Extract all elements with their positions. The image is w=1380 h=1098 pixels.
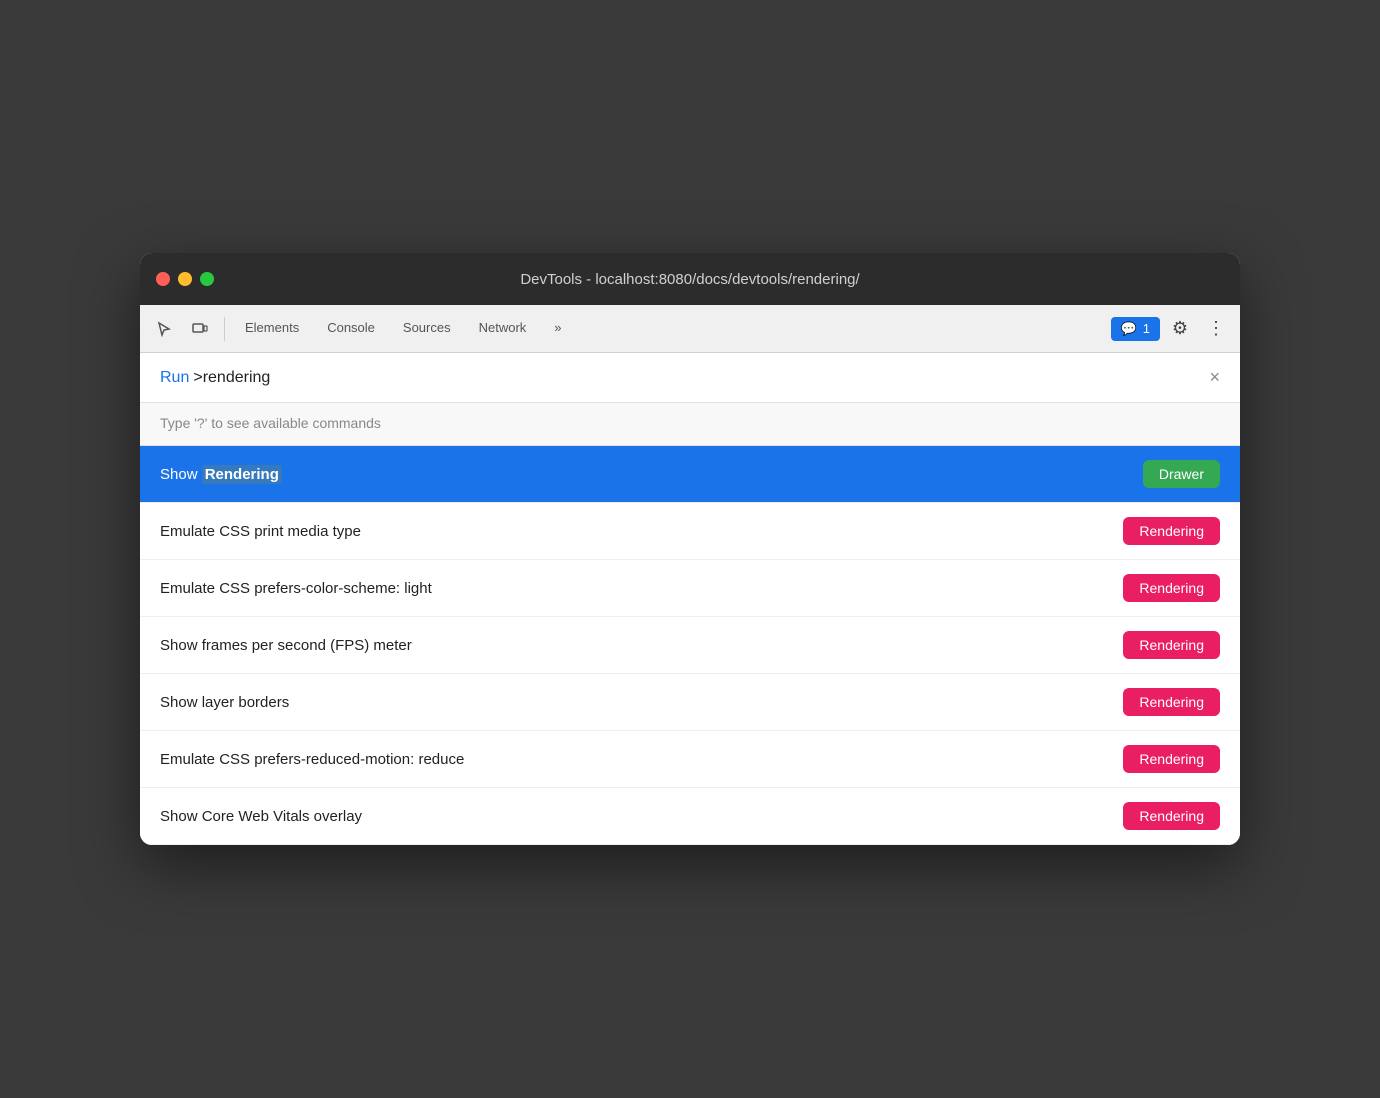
devtools-window: DevTools - localhost:8080/docs/devtools/…	[140, 253, 1240, 845]
toolbar-separator	[224, 317, 225, 341]
window-title: DevTools - localhost:8080/docs/devtools/…	[520, 271, 859, 288]
command-item-show-fps[interactable]: Show frames per second (FPS) meter Rende…	[140, 617, 1240, 674]
run-bar: Run >rendering ×	[140, 353, 1240, 403]
device-toggle-button[interactable]	[184, 313, 216, 345]
inspect-element-button[interactable]	[148, 313, 180, 345]
close-runbar-button[interactable]: ×	[1209, 367, 1220, 388]
command-item-emulate-reduced-motion[interactable]: Emulate CSS prefers-reduced-motion: redu…	[140, 731, 1240, 788]
command-list: Show Rendering Drawer Emulate CSS print …	[140, 446, 1240, 845]
tab-console[interactable]: Console	[315, 305, 387, 353]
rendering-badge-button-4[interactable]: Rendering	[1123, 688, 1220, 716]
search-placeholder: Type '?' to see available commands	[160, 415, 381, 431]
command-label-prefix: Show	[160, 466, 202, 483]
rendering-badge-button-1[interactable]: Rendering	[1123, 517, 1220, 545]
maximize-button[interactable]	[200, 272, 214, 286]
command-item-emulate-color-scheme[interactable]: Emulate CSS prefers-color-scheme: light …	[140, 560, 1240, 617]
rendering-badge-button-6[interactable]: Rendering	[1123, 802, 1220, 830]
titlebar: DevTools - localhost:8080/docs/devtools/…	[140, 253, 1240, 305]
more-icon: ⋮	[1207, 318, 1225, 339]
rendering-badge-button-3[interactable]: Rendering	[1123, 631, 1220, 659]
tab-sources[interactable]: Sources	[391, 305, 463, 353]
command-label-show-core-web-vitals: Show Core Web Vitals overlay	[160, 808, 1123, 825]
run-label: Run	[160, 369, 189, 387]
command-label-show-fps: Show frames per second (FPS) meter	[160, 637, 1123, 654]
main-content: Run >rendering × Type '?' to see availab…	[140, 353, 1240, 845]
device-icon	[192, 321, 208, 337]
command-item-show-core-web-vitals[interactable]: Show Core Web Vitals overlay Rendering	[140, 788, 1240, 845]
command-item-show-rendering[interactable]: Show Rendering Drawer	[140, 446, 1240, 503]
notification-badge-button[interactable]: 💬 1	[1111, 317, 1160, 341]
tab-network[interactable]: Network	[467, 305, 539, 353]
tab-more[interactable]: »	[542, 305, 573, 353]
minimize-button[interactable]	[178, 272, 192, 286]
rendering-badge-button-5[interactable]: Rendering	[1123, 745, 1220, 773]
command-label-emulate-reduced-motion: Emulate CSS prefers-reduced-motion: redu…	[160, 751, 1123, 768]
tab-elements[interactable]: Elements	[233, 305, 311, 353]
traffic-lights	[156, 272, 214, 286]
command-label-show-rendering: Show Rendering	[160, 466, 1143, 483]
chat-icon: 💬	[1121, 321, 1137, 337]
search-bar[interactable]: Type '?' to see available commands	[140, 403, 1240, 446]
rendering-badge-button-2[interactable]: Rendering	[1123, 574, 1220, 602]
command-item-emulate-print[interactable]: Emulate CSS print media type Rendering	[140, 503, 1240, 560]
close-button[interactable]	[156, 272, 170, 286]
command-item-show-layer-borders[interactable]: Show layer borders Rendering	[140, 674, 1240, 731]
command-label-highlight: Rendering	[202, 465, 282, 484]
run-command[interactable]: >rendering	[193, 369, 270, 387]
gear-icon: ⚙	[1172, 318, 1188, 339]
command-label-emulate-print: Emulate CSS print media type	[160, 523, 1123, 540]
drawer-badge-button[interactable]: Drawer	[1143, 460, 1220, 488]
command-label-show-layer-borders: Show layer borders	[160, 694, 1123, 711]
toolbar: Elements Console Sources Network » 💬 1 ⚙…	[140, 305, 1240, 353]
cursor-icon	[156, 321, 172, 337]
command-label-emulate-color-scheme: Emulate CSS prefers-color-scheme: light	[160, 580, 1123, 597]
more-options-button[interactable]: ⋮	[1200, 313, 1232, 345]
settings-button[interactable]: ⚙	[1164, 313, 1196, 345]
